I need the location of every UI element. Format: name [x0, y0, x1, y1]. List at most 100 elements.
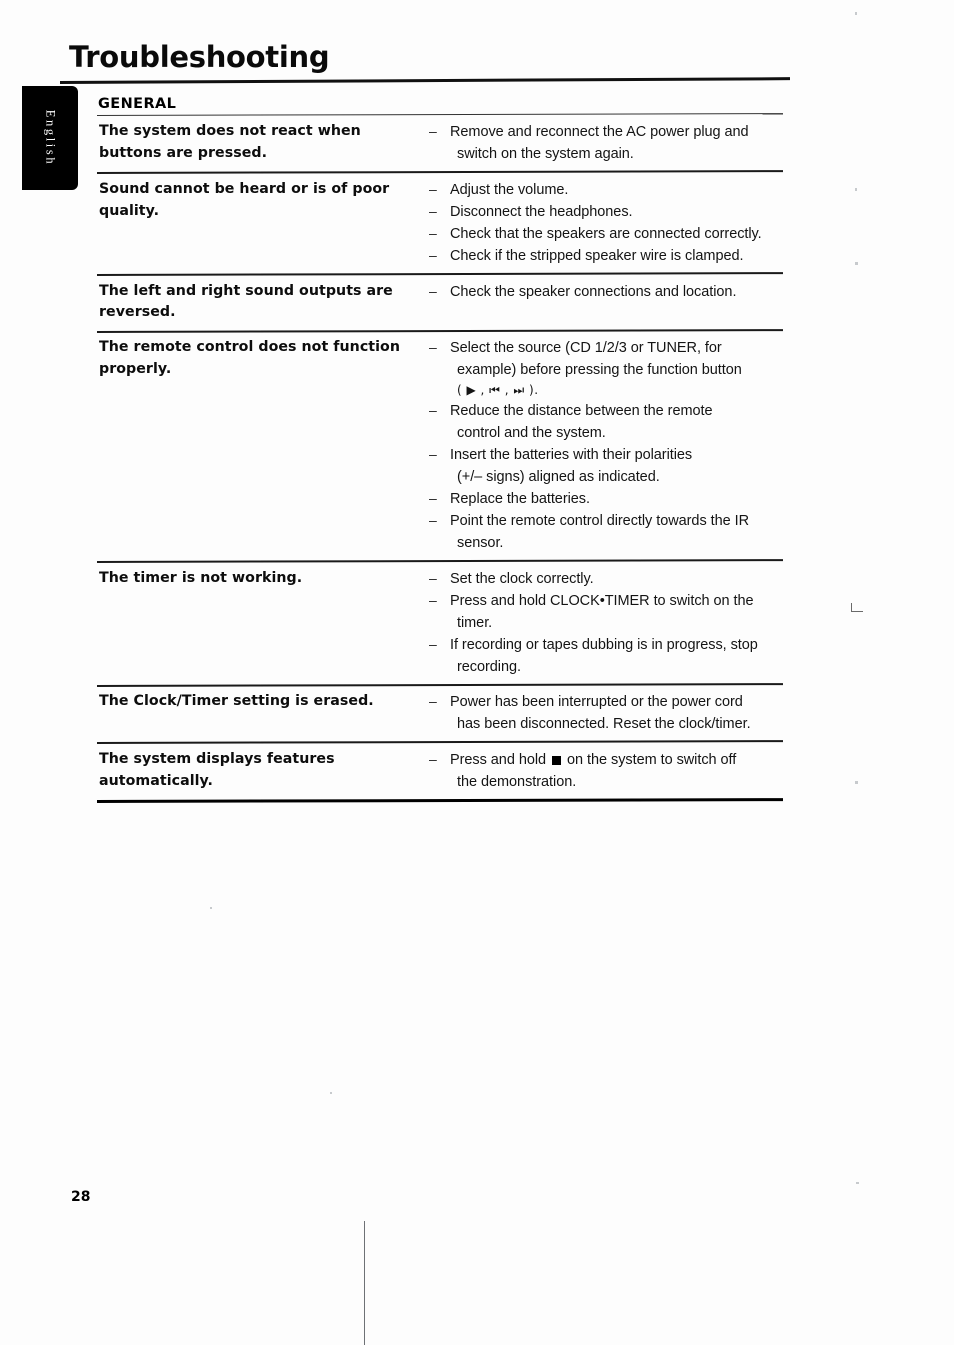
solution-text: Check that the speakers are connected co…	[450, 223, 783, 245]
solution-text: Remove and reconnect the AC power plug a…	[450, 121, 783, 165]
solution-text-part: Reduce the distance between the remote	[450, 402, 713, 419]
solution-text-part: Replace the batteries.	[450, 490, 590, 507]
problem-cell: The remote control does not function pro…	[97, 337, 427, 380]
solution-text-part: Select the source (CD 1/2/3 or TUNER, fo…	[450, 340, 722, 357]
scan-speck	[855, 781, 858, 784]
table-row: The left and right sound outputs are rev…	[97, 276, 783, 331]
solution-text-continuation: example) before pressing the function bu…	[457, 362, 742, 379]
solution-item: – Power has been interrupted or the power…	[429, 691, 783, 735]
dash-marker: –	[429, 591, 437, 608]
solution-text-continuation: switch on the system again.	[457, 146, 634, 163]
solution-text-part: Insert the batteries with their polariti…	[450, 446, 693, 463]
solution-text-part: Adjust the volume.	[450, 181, 569, 198]
language-tab: English	[22, 86, 78, 190]
solution-text-continuation: ( ▶ , ⏮ , ⏭ ).	[457, 383, 539, 398]
dash-marker: –	[429, 569, 437, 586]
problem-cell: The system does not react when buttons a…	[97, 121, 427, 164]
table-bottom-border	[96, 798, 784, 803]
table-row: The timer is not working. – Set the clock …	[97, 563, 783, 685]
scan-artifact-line	[364, 1221, 365, 1345]
solution-text-part: Set the clock correctly.	[450, 570, 594, 587]
solution-text-part: Disconnect the headphones.	[450, 203, 633, 220]
solution-text: Point the remote control directly toward…	[450, 510, 783, 554]
solutions-cell: – Remove and reconnect the AC power plug …	[427, 121, 783, 165]
solution-text: Press and hold CLOCK•TIMER to switch on …	[450, 590, 783, 634]
solution-text: Press and hold on the system to switch o…	[450, 749, 783, 793]
solution-text-part: Remove and reconnect the AC power plug a…	[450, 124, 749, 141]
scan-speck	[855, 12, 857, 15]
dash-marker: –	[429, 180, 437, 197]
table-row: The system does not react when buttons a…	[97, 116, 783, 172]
solutions-cell: – Adjust the volume. – Disconnect the headp…	[427, 179, 783, 267]
dash-marker: –	[429, 202, 437, 219]
solution-text-continuation: timer.	[457, 614, 493, 631]
solutions-cell: – Press and hold on the system to switch …	[427, 749, 783, 793]
table-body: The system does not react when buttons a…	[96, 116, 784, 803]
solution-text-part: Press and hold	[450, 751, 547, 768]
problem-cell: The timer is not working.	[97, 568, 427, 590]
solution-item: – Remove and reconnect the AC power plug …	[429, 121, 783, 165]
solution-text: Insert the batteries with their polariti…	[450, 444, 783, 488]
solution-text-part: If recording or tapes dubbing is in prog…	[450, 636, 758, 653]
dash-marker: –	[429, 445, 437, 462]
dash-marker: –	[429, 282, 437, 299]
solution-text-part: Press and hold CLOCK•TIMER to switch on …	[450, 592, 754, 609]
solution-text-part: Check the speaker connections and locati…	[450, 283, 737, 300]
solution-text-continuation: recording.	[457, 658, 521, 675]
table-row: The remote control does not function pro…	[97, 332, 783, 561]
solution-text: Adjust the volume.	[450, 179, 783, 201]
dash-marker: –	[429, 511, 437, 528]
problem-text: The timer is not working.	[99, 569, 303, 586]
table-row: The system displays features automatical…	[97, 744, 783, 800]
solution-item: – Check the speaker connections and locat…	[429, 281, 783, 303]
solution-text: If recording or tapes dubbing is in prog…	[450, 634, 783, 678]
problem-text: The left and right sound outputs are rev…	[99, 282, 393, 321]
stop-square-icon	[552, 755, 562, 765]
solution-item: – Point the remote control directly towar…	[429, 510, 783, 554]
solution-text-continuation: sensor.	[457, 534, 504, 551]
solution-text: Select the source (CD 1/2/3 or TUNER, fo…	[450, 337, 783, 399]
solution-text-part: on the system to switch off	[567, 751, 737, 768]
solution-item: – Set the clock correctly.	[429, 568, 783, 590]
page-number: 28	[71, 1189, 91, 1205]
solution-text-continuation: control and the system.	[457, 424, 606, 441]
solution-text-continuation: the demonstration.	[457, 773, 577, 790]
registration-mark	[851, 603, 863, 612]
solution-text: Reduce the distance between the remote co…	[450, 400, 783, 444]
solution-item: – Press and hold on the system to switch …	[429, 749, 783, 793]
scan-speck	[855, 188, 857, 191]
solution-text-continuation: has been disconnected. Reset the clock/t…	[457, 716, 751, 733]
dash-marker: –	[429, 750, 437, 767]
solution-text: Disconnect the headphones.	[450, 201, 783, 223]
solution-text: Check the speaker connections and locati…	[450, 281, 783, 303]
solution-text-part: Check if the stripped speaker wire is cl…	[450, 248, 744, 265]
troubleshooting-table: GENERAL The system does not react when b…	[96, 96, 784, 803]
dash-marker: –	[429, 401, 437, 418]
dash-marker: –	[429, 339, 437, 356]
title-divider	[59, 77, 790, 84]
dash-marker: –	[429, 123, 437, 140]
solution-text: Replace the batteries.	[450, 488, 783, 510]
solution-text-part: Power has been interrupted or the power …	[450, 694, 743, 711]
document-page: English Troubleshooting GENERAL The syst…	[0, 0, 954, 1345]
solution-text: Power has been interrupted or the power …	[450, 691, 783, 735]
dash-marker: –	[429, 225, 437, 242]
problem-cell: The system displays features automatical…	[97, 749, 427, 792]
solution-item: – Press and hold CLOCK•TIMER to switch on…	[429, 590, 783, 634]
table-row: Sound cannot be heard or is of poor qual…	[97, 174, 783, 274]
problem-text: The system does not react when buttons a…	[99, 123, 361, 161]
scan-speck	[330, 1092, 332, 1094]
solution-text: Set the clock correctly.	[450, 568, 783, 590]
solutions-cell: – Select the source (CD 1/2/3 or TUNER, f…	[427, 337, 783, 554]
solution-item: – Disconnect the headphones.	[429, 201, 783, 223]
solution-item: – Reduce the distance between the remote c…	[429, 400, 783, 444]
solutions-cell: – Check the speaker connections and locat…	[427, 281, 783, 303]
dash-marker: –	[429, 693, 437, 710]
problem-text: The system displays features automatical…	[99, 750, 335, 789]
problem-cell: The Clock/Timer setting is erased.	[97, 691, 427, 713]
solution-item: – Adjust the volume.	[429, 179, 783, 201]
solutions-cell: – Set the clock correctly. – Press and hold…	[427, 568, 783, 678]
problem-text: The remote control does not function pro…	[99, 339, 400, 377]
problem-text: The Clock/Timer setting is erased.	[99, 693, 374, 710]
dash-marker: –	[429, 635, 437, 652]
